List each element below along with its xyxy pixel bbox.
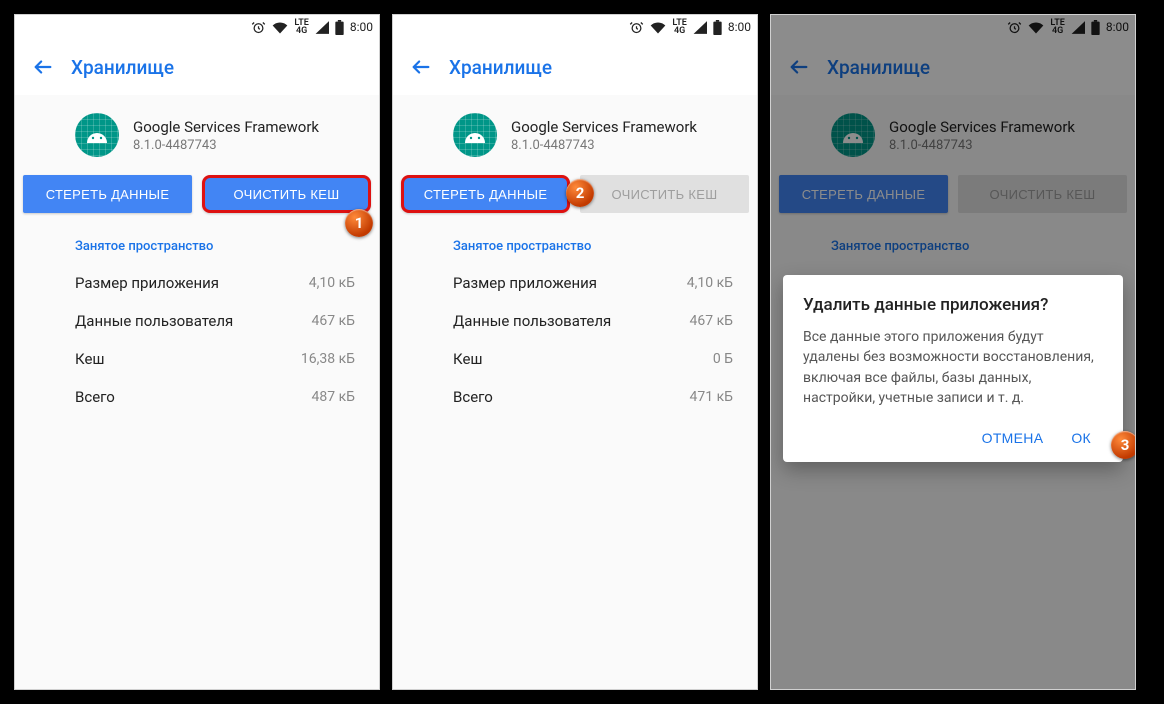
phone-screen-2: LTE4G 8:00 Хранилище Google Services Fra… [392, 14, 758, 690]
row-app-size: Размер приложения4,10 кБ [15, 264, 379, 302]
app-name: Google Services Framework [511, 118, 697, 136]
dialog-ok-button[interactable]: ОК [1059, 422, 1103, 454]
confirm-dialog: Удалить данные приложения? Все данные эт… [783, 275, 1123, 462]
clear-cache-button: ОЧИСТИТЬ КЕШ [580, 175, 749, 213]
app-bar: Хранилище [393, 39, 757, 95]
row-app-size: Размер приложения4,10 кБ [393, 264, 757, 302]
battery-icon [335, 20, 344, 35]
phone-screen-3: LTE4G 8:00 Хранилище Google Services Fra… [770, 14, 1136, 690]
app-header: Google Services Framework 8.1.0-4487743 [15, 95, 379, 175]
back-button[interactable] [401, 47, 441, 87]
row-cache: Кеш0 Б [393, 340, 757, 378]
row-user-data: Данные пользователя467 кБ [393, 302, 757, 340]
button-row: СТЕРЕТЬ ДАННЫЕ ОЧИСТИТЬ КЕШ 1 [15, 175, 379, 225]
clock-text: 8:00 [728, 20, 751, 34]
section-used-space: Занятое пространство [393, 225, 757, 264]
dialog-title: Удалить данные приложения? [803, 295, 1103, 315]
clear-cache-button[interactable]: ОЧИСТИТЬ КЕШ [202, 175, 371, 213]
row-total: Всего471 кБ [393, 378, 757, 416]
phone-screen-1: LTE4G 8:00 Хранилище Google Services Fra… [14, 14, 380, 690]
row-user-data: Данные пользователя467 кБ [15, 302, 379, 340]
row-total: Всего487 кБ [15, 378, 379, 416]
clear-data-button[interactable]: СТЕРЕТЬ ДАННЫЕ [23, 175, 192, 213]
clear-data-button[interactable]: СТЕРЕТЬ ДАННЫЕ [401, 175, 570, 213]
app-version: 8.1.0-4487743 [133, 138, 319, 153]
alarm-icon [251, 20, 266, 35]
app-icon [75, 113, 119, 157]
dialog-cancel-button[interactable]: ОТМЕНА [970, 422, 1056, 454]
alarm-icon [629, 20, 644, 35]
step-badge-3: 3 [1111, 431, 1136, 459]
signal-icon [693, 21, 707, 34]
row-cache: Кеш16,38 кБ [15, 340, 379, 378]
status-bar: LTE4G 8:00 [15, 15, 379, 39]
clock-text: 8:00 [350, 20, 373, 34]
step-badge-2: 2 [566, 179, 594, 207]
page-title: Хранилище [449, 56, 552, 79]
battery-icon [713, 20, 722, 35]
section-used-space: Занятое пространство [15, 225, 379, 264]
wifi-icon [650, 21, 666, 34]
signal-icon [315, 21, 329, 34]
status-bar: LTE4G 8:00 [393, 15, 757, 39]
back-button[interactable] [23, 47, 63, 87]
app-icon [453, 113, 497, 157]
lte-indicator: LTE4G [672, 19, 686, 35]
app-bar: Хранилище [15, 39, 379, 95]
app-name: Google Services Framework [133, 118, 319, 136]
app-header: Google Services Framework 8.1.0-4487743 [393, 95, 757, 175]
page-title: Хранилище [71, 56, 174, 79]
button-row: СТЕРЕТЬ ДАННЫЕ 2 ОЧИСТИТЬ КЕШ [393, 175, 757, 225]
wifi-icon [272, 21, 288, 34]
lte-indicator: LTE4G [294, 19, 308, 35]
step-badge-1: 1 [345, 209, 373, 237]
app-version: 8.1.0-4487743 [511, 138, 697, 153]
dialog-actions: ОТМЕНА ОК [803, 422, 1103, 454]
dialog-message: Все данные этого приложения будут удален… [803, 327, 1103, 408]
